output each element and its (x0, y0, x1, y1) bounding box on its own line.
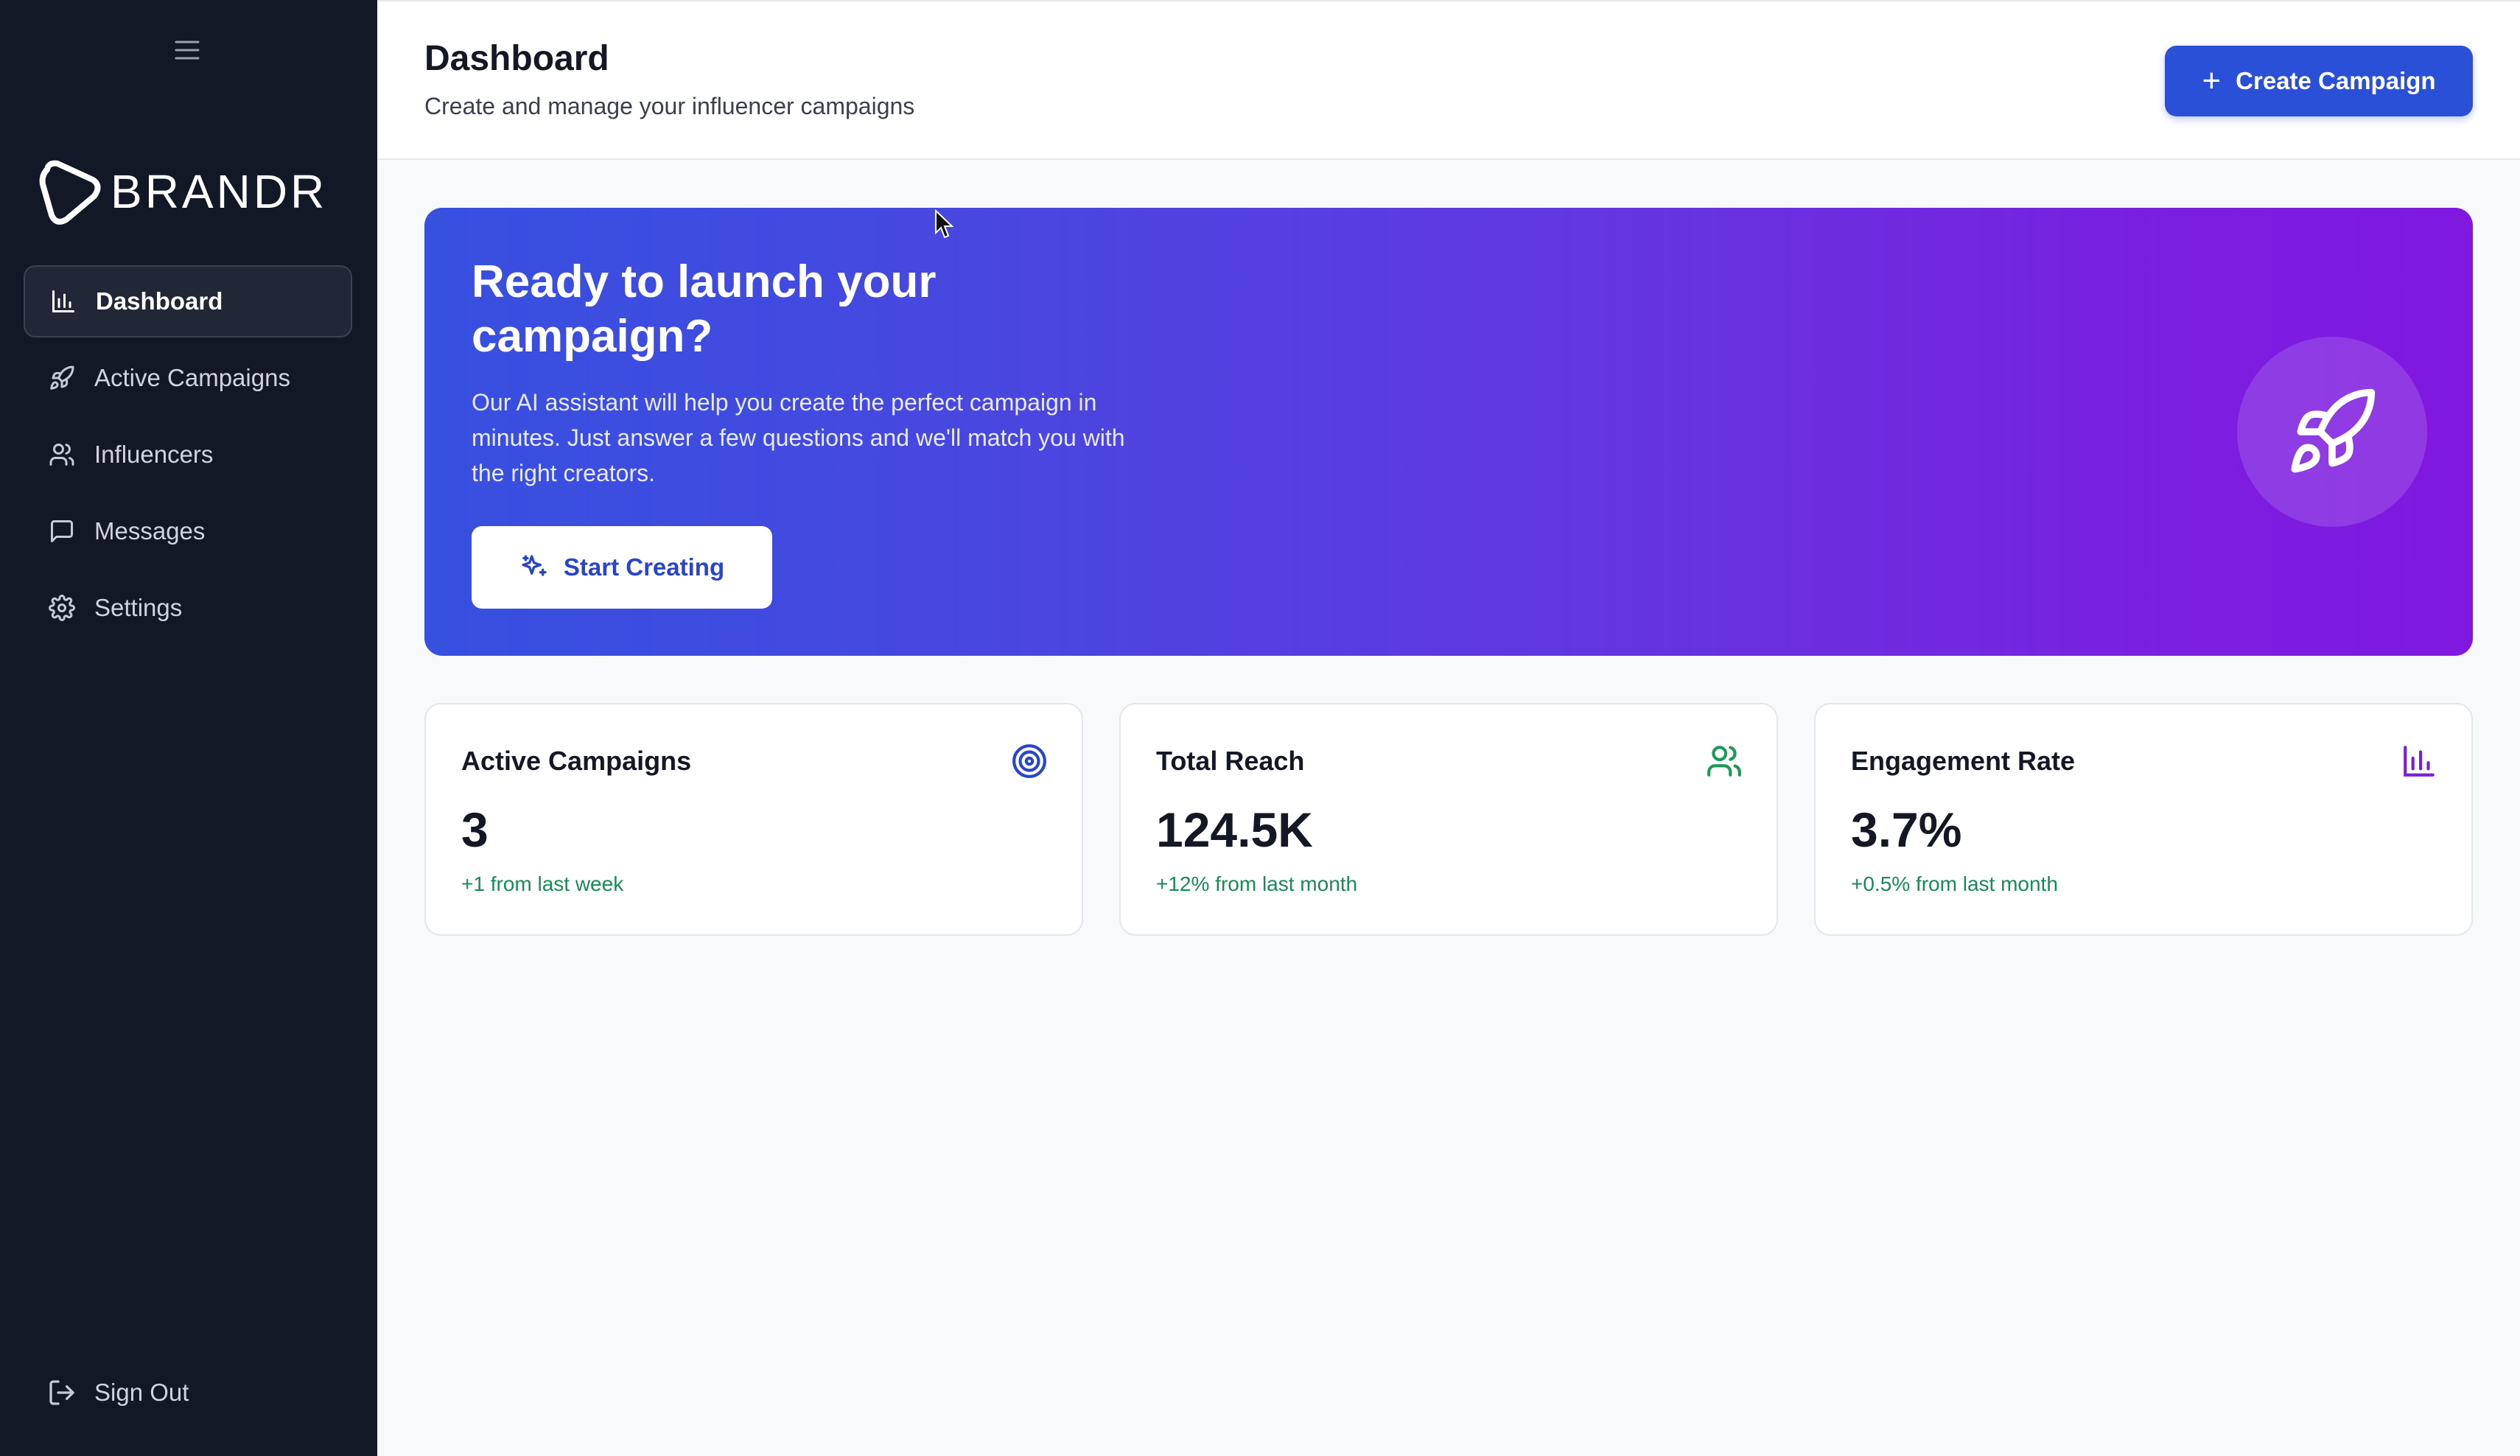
message-square-icon (47, 517, 77, 546)
sidebar-item-settings[interactable]: Settings (24, 572, 352, 644)
page-title: Dashboard (424, 39, 609, 78)
sidebar-item-label: Messages (94, 517, 206, 545)
stat-card-active-campaigns: Active Campaigns 3 +1 from last week (424, 703, 1083, 936)
stat-card-engagement-rate: Engagement Rate 3.7% +0.5% from last mon… (1814, 703, 2473, 936)
stat-title: Engagement Rate (1851, 746, 2076, 776)
sign-out-label: Sign Out (94, 1379, 189, 1406)
bar-chart-icon (49, 287, 78, 316)
mouse-cursor-icon (934, 209, 955, 240)
gear-icon (47, 593, 77, 623)
hero-description: Our AI assistant will help you create th… (472, 389, 1125, 486)
stat-delta: +12% from last month (1156, 872, 1358, 895)
sparkles-icon (519, 553, 549, 582)
sidebar-item-label: Influencers (94, 441, 214, 468)
hero-title: Ready to launch your campaign? (472, 256, 937, 362)
sidebar: BRANDR Dashboard Active Campaigns Influe… (0, 0, 377, 1456)
plus-icon: + (2202, 63, 2222, 99)
stat-value: 124.5K (1156, 802, 1313, 857)
stat-delta: +0.5% from last month (1851, 872, 2058, 895)
bar-chart-icon (2401, 743, 2437, 780)
rocket-icon (47, 363, 77, 393)
stat-title: Active Campaigns (461, 746, 692, 776)
brand-name: BRANDR (111, 165, 328, 218)
brand-logo-icon (39, 160, 101, 225)
sidebar-nav: Dashboard Active Campaigns Influencers M… (24, 265, 352, 648)
stat-value: 3 (461, 802, 489, 857)
sidebar-item-active-campaigns[interactable]: Active Campaigns (24, 342, 352, 414)
sidebar-item-label: Dashboard (96, 287, 223, 315)
sidebar-item-dashboard[interactable]: Dashboard (24, 265, 352, 337)
brand-logo[interactable]: BRANDR (38, 158, 327, 225)
start-creating-label: Start Creating (563, 553, 725, 581)
hamburger-menu-icon[interactable] (174, 40, 200, 60)
create-campaign-button[interactable]: + Create Campaign (2165, 46, 2473, 116)
hero-rocket-badge (2237, 337, 2427, 527)
rocket-icon (2291, 388, 2376, 473)
page-header: Dashboard Create and manage your influen… (377, 0, 2520, 160)
sidebar-item-label: Active Campaigns (94, 364, 290, 391)
page-subtitle: Create and manage your influencer campai… (424, 93, 915, 119)
sidebar-item-influencers[interactable]: Influencers (24, 419, 352, 491)
stat-value: 3.7% (1851, 802, 1962, 857)
sidebar-item-messages[interactable]: Messages (24, 495, 352, 567)
users-icon (1706, 743, 1743, 780)
log-out-icon (47, 1378, 77, 1407)
sign-out-button[interactable]: Sign Out (47, 1378, 189, 1407)
create-campaign-label: Create Campaign (2236, 67, 2436, 94)
target-icon (1011, 743, 1048, 780)
stat-title: Total Reach (1156, 746, 1305, 776)
hero-banner: Ready to launch your campaign? Our AI as… (424, 208, 2473, 656)
users-icon (47, 440, 77, 469)
start-creating-button[interactable]: Start Creating (472, 526, 772, 609)
sidebar-item-label: Settings (94, 594, 183, 621)
main-content: Dashboard Create and manage your influen… (377, 0, 2520, 1456)
stat-card-total-reach: Total Reach 124.5K +12% from last month (1119, 703, 1778, 936)
stat-delta: +1 from last week (461, 872, 624, 895)
